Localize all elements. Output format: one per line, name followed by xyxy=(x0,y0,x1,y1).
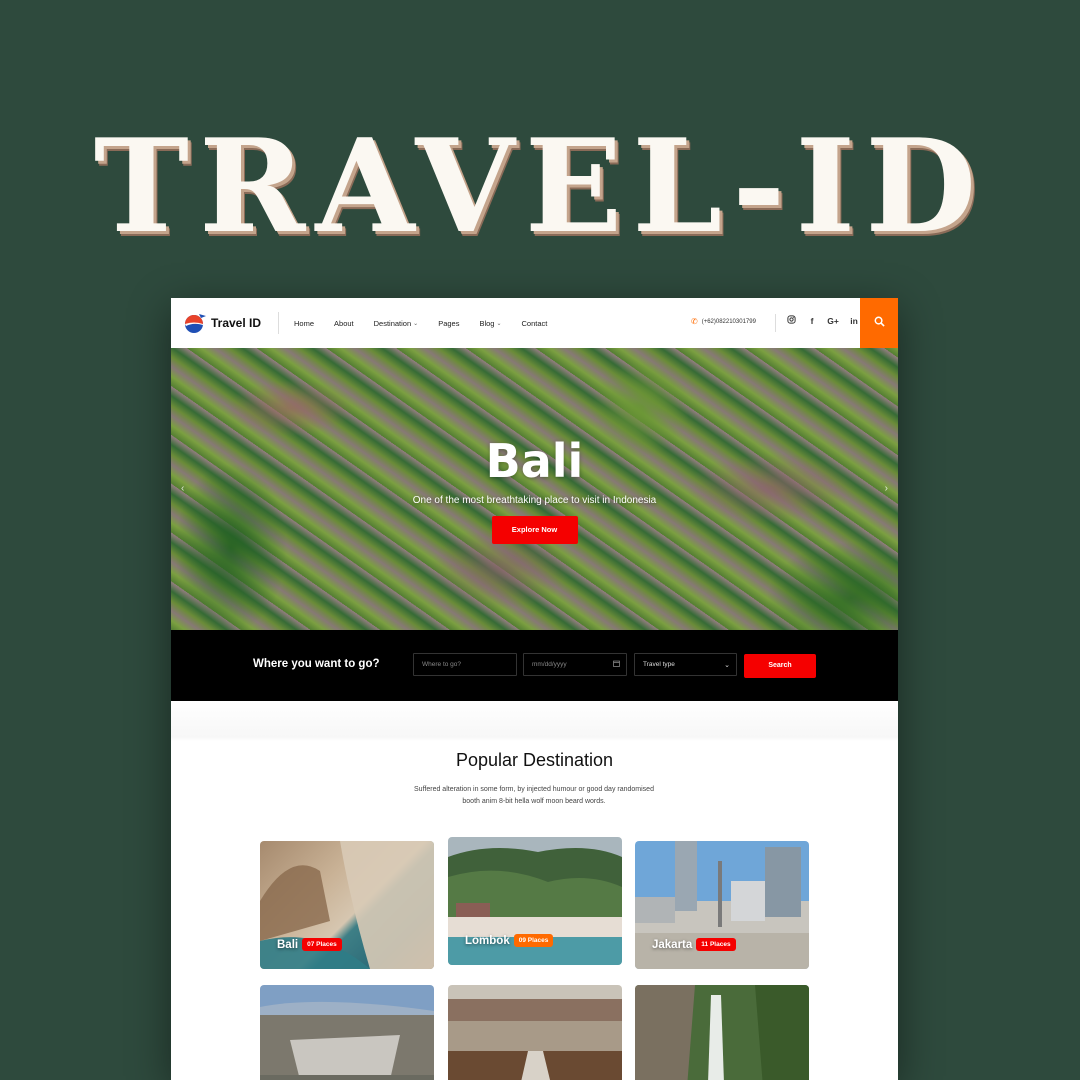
header-search-button[interactable] xyxy=(860,298,898,348)
hero-content: Bali One of the most breathtaking place … xyxy=(171,436,898,544)
search-icon xyxy=(874,314,885,332)
nav-label: Pages xyxy=(438,318,460,328)
destination-card[interactable] xyxy=(448,985,622,1080)
chevron-down-icon: ⌄ xyxy=(724,661,730,669)
places-badge: 09 Places xyxy=(513,934,554,947)
logo-text: Travel ID xyxy=(211,316,262,330)
explore-now-button[interactable]: Explore Now xyxy=(491,515,578,544)
hero-banner: ‹ › Bali One of the most breathtaking pl… xyxy=(171,348,898,630)
nav-label: Home xyxy=(294,318,315,328)
card-image xyxy=(260,985,434,1080)
date-placeholder: mm/dd/yyyy xyxy=(532,661,567,668)
search-label: Where you want to go? xyxy=(253,658,380,670)
destination-card-jakarta[interactable]: Jakarta 11 Places xyxy=(635,841,809,969)
social-links: f G+ in xyxy=(785,315,860,326)
section-title: Popular Destination xyxy=(455,750,614,770)
divider xyxy=(278,312,279,334)
nav-label: About xyxy=(334,318,354,328)
nav-label: Contact xyxy=(521,318,548,328)
instagram-icon[interactable] xyxy=(785,315,797,326)
nav-label: Destination xyxy=(373,318,412,328)
nav-blog[interactable]: Blog ⌄ xyxy=(479,319,501,328)
places-badge: 07 Places xyxy=(302,938,342,951)
facebook-icon[interactable]: f xyxy=(806,316,818,326)
places-badge: 11 Places xyxy=(696,938,736,951)
travel-type-value: Travel type xyxy=(643,661,675,668)
nav-pages[interactable]: Pages xyxy=(438,319,459,328)
linkedin-icon[interactable]: in xyxy=(848,316,860,326)
hero-title: Bali xyxy=(485,434,584,488)
card-name: Bali xyxy=(277,938,299,951)
card-label: Bali 07 Places xyxy=(277,938,342,951)
phone-number: (+62)082210301799 xyxy=(701,318,756,325)
nav-contact[interactable]: Contact xyxy=(522,319,548,328)
nav-about[interactable]: About xyxy=(334,319,354,328)
card-image xyxy=(635,985,809,1080)
where-input[interactable]: Where to go? xyxy=(413,653,517,676)
destination-search-bar: Where you want to go? Where to go? mm/dd… xyxy=(171,630,898,701)
chevron-down-icon: ⌄ xyxy=(496,320,502,327)
calendar-icon xyxy=(613,660,620,669)
section-separator xyxy=(171,701,898,741)
search-button[interactable]: Search xyxy=(744,654,816,678)
travel-type-select[interactable]: Travel type ⌄ xyxy=(634,653,737,676)
google-plus-icon[interactable]: G+ xyxy=(827,316,839,326)
main-nav: Home About Destination ⌄ Pages Blog ⌄ Cont… xyxy=(294,298,567,348)
nav-label: Blog xyxy=(479,318,495,328)
phone-icon: ✆ xyxy=(691,317,698,326)
website-preview: Travel ID Home About Destination ⌄ Pages … xyxy=(171,298,898,1080)
destination-card[interactable] xyxy=(635,985,809,1080)
card-label: Jakarta 11 Places xyxy=(652,938,736,951)
destination-card[interactable] xyxy=(260,985,434,1080)
date-input[interactable]: mm/dd/yyyy xyxy=(523,653,627,676)
hero-subtitle: One of the most breathtaking place to vi… xyxy=(412,494,657,506)
card-label: Lombok 09 Places xyxy=(465,934,554,947)
chevron-down-icon: ⌄ xyxy=(413,320,419,327)
section-description: Suffered alteration in some form, by inj… xyxy=(414,786,654,805)
nav-destination[interactable]: Destination ⌄ xyxy=(374,319,419,328)
where-placeholder: Where to go? xyxy=(422,661,462,668)
logo[interactable]: Travel ID xyxy=(183,311,261,335)
phone-contact[interactable]: ✆ (+62)082210301799 xyxy=(691,317,756,326)
card-name: Lombok xyxy=(465,934,510,947)
navbar: Travel ID Home About Destination ⌄ Pages … xyxy=(171,298,898,348)
destination-card-lombok[interactable]: Lombok 09 Places xyxy=(448,837,622,965)
card-image xyxy=(448,985,622,1080)
divider xyxy=(775,314,776,332)
card-name: Jakarta xyxy=(652,938,693,951)
destination-card-bali[interactable]: Bali 07 Places xyxy=(260,841,434,969)
nav-home[interactable]: Home xyxy=(294,319,314,328)
poster-title: TRAVEL-ID xyxy=(93,112,987,262)
logo-globe-icon xyxy=(183,312,206,334)
